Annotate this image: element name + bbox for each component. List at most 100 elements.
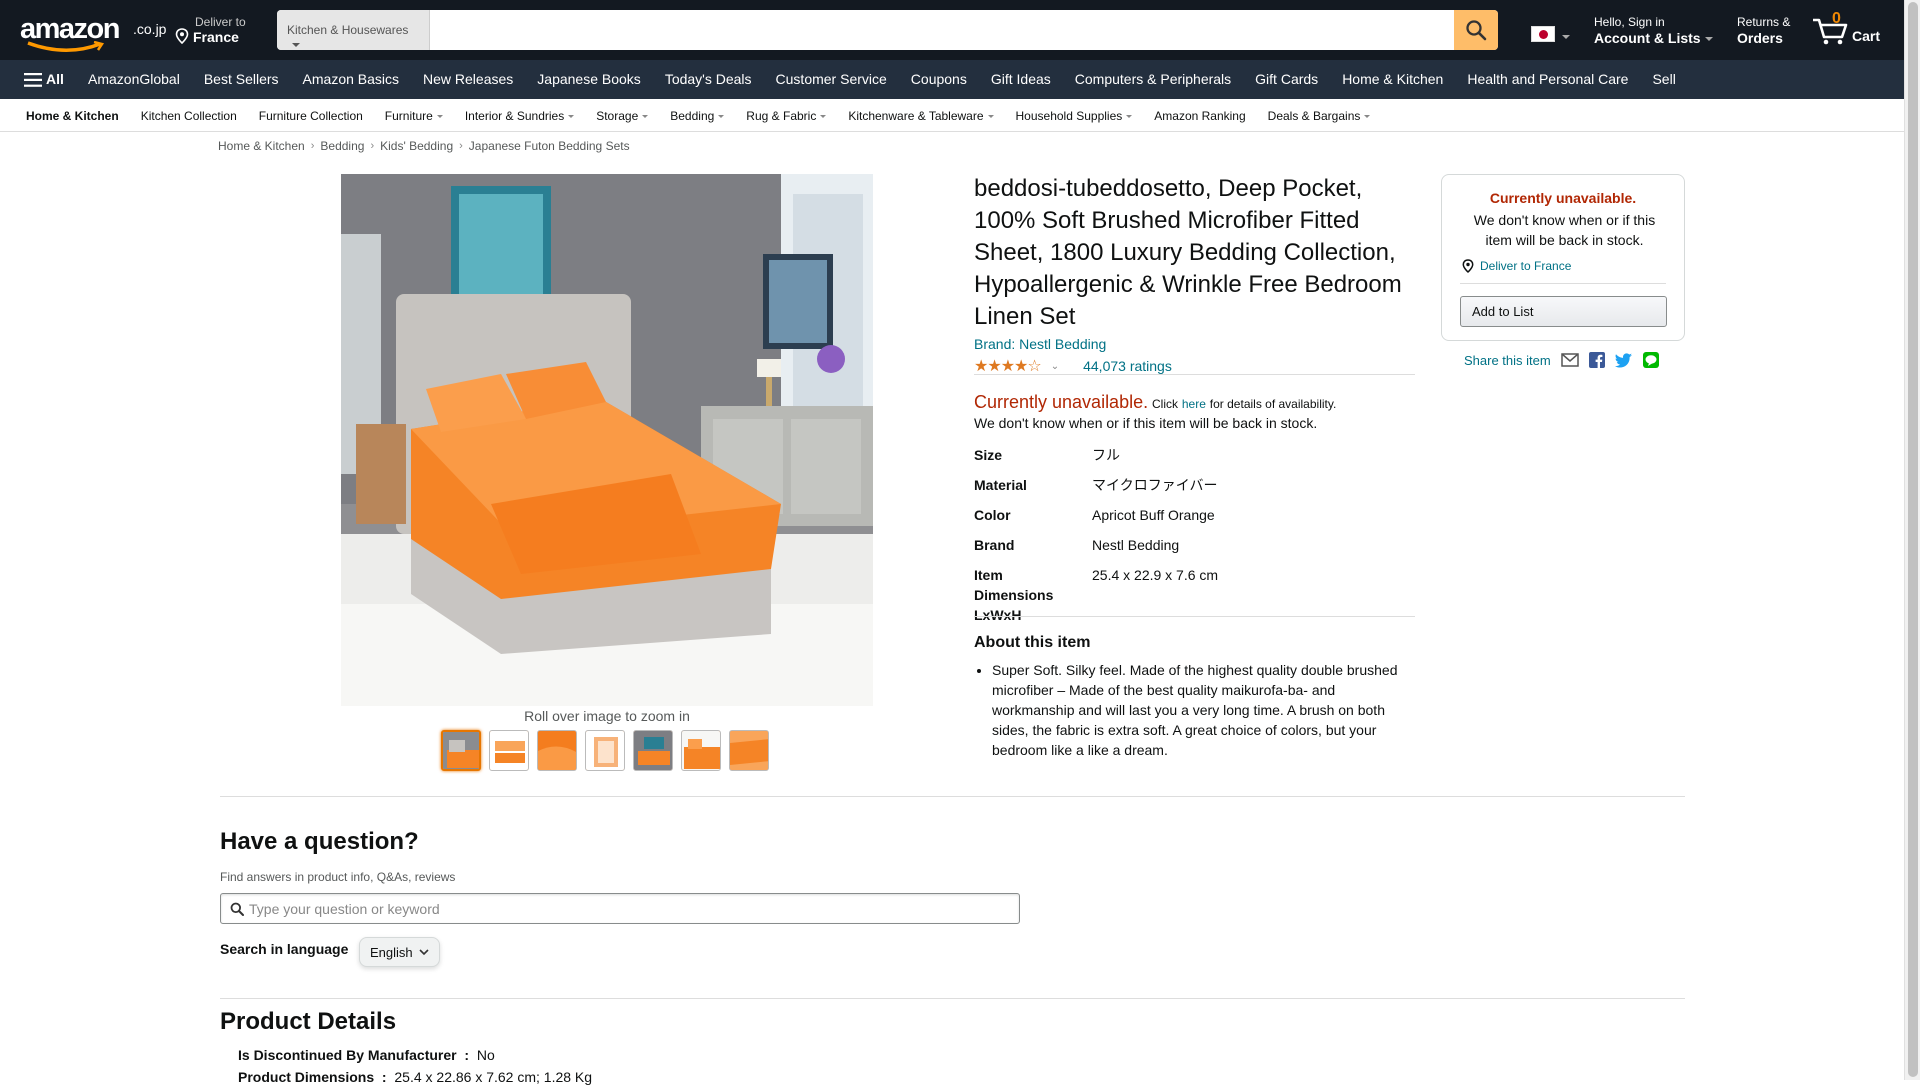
nav-item-new-releases[interactable]: New Releases [423,71,513,87]
language-caret-icon[interactable] [1562,35,1570,39]
availability-line: Currently unavailable. Click here for de… [974,392,1336,413]
subnav-home-kitchen[interactable]: Home & Kitchen [26,109,119,123]
section-divider [220,796,1685,797]
subnav-furniture-collection[interactable]: Furniture Collection [259,109,363,123]
nav-item-amazon-basics[interactable]: Amazon Basics [303,71,399,87]
nav-item-gift-ideas[interactable]: Gift Ideas [991,71,1051,87]
breadcrumb-item[interactable]: Japanese Futon Bedding Sets [469,139,630,153]
facebook-icon[interactable] [1588,352,1605,368]
detail-value: 25.4 x 22.86 x 7.62 cm; 1.28 Kg [394,1069,593,1085]
account-lists-label: Account & Lists [1594,30,1701,46]
top-header: amazon .co.jp Deliver to France Kitchen … [0,0,1920,60]
nav-item-computers[interactable]: Computers & Peripherals [1075,71,1231,87]
breadcrumb: Home & Kitchen › Bedding › Kids' Bedding › … [218,139,630,153]
nav-item-todays-deals[interactable]: Today's Deals [665,71,752,87]
back-in-stock-text: We don't know when or if this item will … [974,415,1318,431]
deliver-label: Deliver to [195,15,246,29]
thumbnail-1[interactable] [441,730,481,771]
product-details-heading: Product Details [220,1008,397,1035]
search-department-label: Kitchen & Housewares [287,23,409,37]
spec-key: Color [974,507,1011,523]
page-scrollbar[interactable] [1904,0,1920,1080]
here-link[interactable]: here [1182,397,1206,411]
thumbnail-7[interactable] [729,730,769,771]
subnav-furniture[interactable]: Furniture [385,109,443,123]
nav-items: AmazonGlobal Best Sellers Amazon Basics … [88,71,1676,87]
nav-item-gift-cards[interactable]: Gift Cards [1255,71,1318,87]
breadcrumb-item[interactable]: Bedding [320,139,364,153]
add-to-list-button[interactable]: Add to List [1460,296,1667,327]
divider [1460,283,1666,284]
thumbnail-6[interactable] [681,730,721,771]
thumbnail-2[interactable] [489,730,529,771]
nav-item-japanese-books[interactable]: Japanese Books [537,71,641,87]
subnav-storage[interactable]: Storage [596,109,648,123]
search-department-select[interactable]: Kitchen & Housewares [277,10,430,50]
detail-value: No [476,1047,495,1063]
buybox-deliver[interactable]: Deliver to France [1462,259,1571,273]
about-item: Super Soft. Silky feel. Made of the high… [992,660,1414,760]
logo-tld: .co.jp [133,21,167,37]
subnav-bedding[interactable]: Bedding [670,109,724,123]
search-input[interactable] [430,10,1430,50]
account-menu[interactable]: Hello, Sign in Account & Lists [1594,15,1713,46]
location-pin-icon [175,28,189,44]
breadcrumb-item[interactable]: Home & Kitchen [218,139,305,153]
product-main-image[interactable] [341,174,873,706]
main-nav: All AmazonGlobal Best Sellers Amazon Bas… [0,60,1920,99]
nav-item-home-kitchen[interactable]: Home & Kitchen [1342,71,1443,87]
language-value: English [370,945,413,960]
amazon-logo[interactable]: amazon .co.jp [20,13,166,52]
all-menu-button[interactable]: All [24,71,64,87]
email-icon[interactable] [1560,353,1579,367]
thumbnail-4[interactable] [585,730,625,771]
orders-label: Orders [1737,30,1783,46]
japan-flag-icon[interactable] [1531,26,1555,42]
account-greeting: Hello, Sign in [1594,15,1665,29]
search-icon [1466,20,1487,41]
spec-row: Size フル [974,445,1414,465]
product-details-list: Is Discontinued By Manufacturer ‏ : ‎ No… [238,1044,592,1088]
product-title: beddosi-tubeddosetto, Deep Pocket, 100% … [974,175,1402,330]
twitter-icon[interactable] [1614,352,1633,368]
subnav-rug-fabric[interactable]: Rug & Fabric [746,109,826,123]
nav-item-best-sellers[interactable]: Best Sellers [204,71,279,87]
cart-button[interactable]: 0 Cart [1812,10,1902,50]
divider [974,616,1415,617]
subnav-kitchen-collection[interactable]: Kitchen Collection [141,109,237,123]
brand-link[interactable]: Brand: Nestl Bedding [974,336,1106,352]
click-text: Click [1151,397,1178,411]
buybox-status: Currently unavailable. [1489,190,1637,206]
spec-key: Material [974,477,1027,493]
nav-item-sell[interactable]: Sell [1652,71,1675,87]
chevron-down-icon[interactable]: ⌄ [1051,361,1059,372]
all-label: All [46,71,64,87]
subnav-kitchenware[interactable]: Kitchenware & Tableware [848,109,993,123]
question-search-input[interactable] [249,897,1009,921]
thumbnail-5[interactable] [633,730,673,771]
returns-orders[interactable]: Returns & Orders [1737,15,1790,46]
ratings-count-link[interactable]: 44,073 ratings [1083,358,1172,374]
scrollbar-thumb[interactable] [1908,2,1918,1077]
breadcrumb-item[interactable]: Kids' Bedding [380,139,453,153]
search-icon [230,902,244,916]
subnav-interior[interactable]: Interior & Sundries [465,109,574,123]
details-text: for details of availability. [1209,397,1337,411]
star-rating-icon[interactable]: ★★★★☆ [974,356,1042,376]
subnav-deals[interactable]: Deals & Bargains [1268,109,1371,123]
about-heading: About this item [974,634,1091,651]
language-select[interactable]: English [359,937,440,967]
nav-item-amazonglobal[interactable]: AmazonGlobal [88,71,180,87]
deliver-to[interactable]: Deliver to France [175,14,255,48]
subnav-household[interactable]: Household Supplies [1016,109,1133,123]
thumbnail-3[interactable] [537,730,577,771]
question-heading: Have a question? [220,828,419,855]
line-icon[interactable] [1642,352,1659,368]
nav-item-coupons[interactable]: Coupons [911,71,967,87]
nav-item-customer-service[interactable]: Customer Service [776,71,887,87]
subnav-ranking[interactable]: Amazon Ranking [1154,109,1245,123]
detail-key: Is Discontinued By Manufacturer ‏ : ‎ [238,1047,473,1063]
nav-item-health[interactable]: Health and Personal Care [1467,71,1628,87]
category-subnav: Home & Kitchen Kitchen Collection Furnit… [0,99,1920,132]
search-button[interactable] [1454,10,1498,50]
